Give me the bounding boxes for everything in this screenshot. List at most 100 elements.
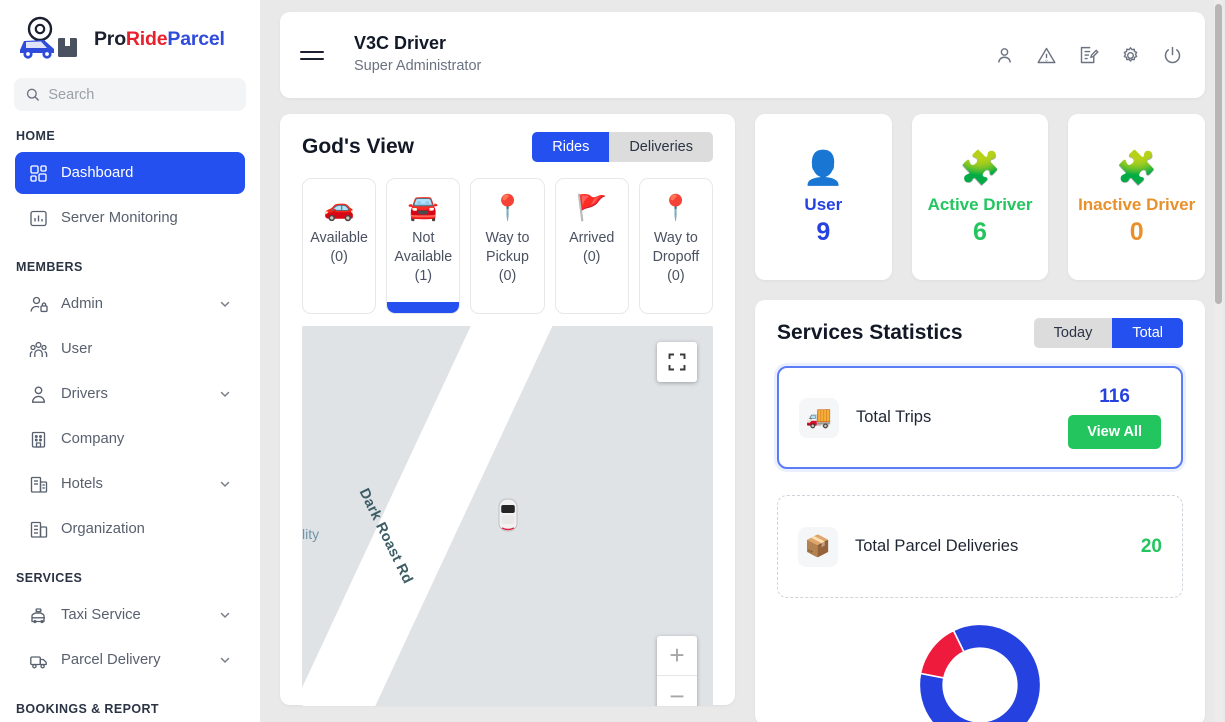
status-icon: 🚘	[407, 194, 439, 222]
power-icon[interactable]	[1162, 45, 1183, 66]
page-scrollbar-thumb[interactable]	[1215, 4, 1222, 304]
stat-row-icon: 🚚	[799, 397, 839, 438]
grid-icon	[29, 164, 48, 183]
brand-ride: Ride	[125, 27, 168, 50]
status-label: Way to Pickup (0)	[471, 229, 543, 286]
sidebar-section-title: SERVICES	[16, 571, 83, 585]
sidebar-item-company[interactable]: Company	[15, 418, 245, 460]
fullscreen-icon	[668, 353, 686, 371]
chevron-down-icon[interactable]	[219, 654, 231, 666]
users-icon	[29, 340, 48, 359]
map-fullscreen-button[interactable]	[657, 342, 697, 382]
kpi-label: Inactive Driver	[1078, 194, 1196, 214]
stat-row-total-trips[interactable]: 🚚 Total Trips 116 View All	[777, 366, 1183, 469]
topbar: V3C Driver Super Administrator	[280, 12, 1205, 98]
sidebar-item-hotels[interactable]: Hotels	[15, 463, 245, 505]
kpi-card-active-driver[interactable]: 🧩 Active Driver 6	[911, 114, 1049, 280]
sidebar-item-server-monitoring[interactable]: Server Monitoring	[15, 197, 245, 239]
stat-row-total-parcel-deliveries[interactable]: 📦 Total Parcel Deliveries 20	[777, 495, 1183, 598]
gear-icon[interactable]	[1120, 45, 1141, 66]
sidebar-item-drivers[interactable]: Drivers	[15, 373, 245, 415]
status-count: (0)	[330, 249, 348, 265]
search-input[interactable]	[48, 86, 234, 103]
status-icon: 📍	[660, 194, 692, 222]
sidebar-item-label: Company	[61, 431, 125, 447]
status-count: (0)	[667, 268, 685, 284]
map-zoom-out-button[interactable]: −	[657, 676, 697, 707]
left-column: God's View Rides Deliveries 🚗 Available (0…	[280, 114, 735, 722]
kpi-card-user[interactable]: 👤 User 9	[755, 114, 892, 280]
sidebar-item-user[interactable]: User	[15, 328, 245, 370]
kpi-icon: 👤	[802, 148, 844, 186]
statistics-donut-chart	[777, 620, 1183, 722]
chevron-down-icon[interactable]	[219, 609, 231, 621]
chevron-down-icon[interactable]	[219, 388, 231, 400]
sidebar-item-taxi-service[interactable]: Taxi Service	[15, 594, 245, 636]
status-card-way-to-pickup[interactable]: 📍 Way to Pickup (0)	[470, 178, 545, 314]
page-title: V3C Driver	[354, 33, 447, 54]
warning-triangle-icon[interactable]	[1036, 45, 1057, 66]
sidebar-item-label: Admin	[61, 296, 103, 312]
status-icon: 📍	[491, 194, 524, 222]
status-card-way-to-dropoff[interactable]: 📍 Way to Dropoff (0)	[638, 178, 714, 314]
today-total-toggle: Today Total	[1033, 318, 1183, 348]
chevron-down-icon[interactable]	[219, 298, 231, 310]
chart-bar-icon	[29, 209, 48, 228]
status-label-text: Not Available	[394, 230, 453, 265]
sidebar-item-label: Organization	[61, 521, 145, 537]
gods-view-header: God's View Rides Deliveries	[302, 132, 713, 162]
status-icon: 🚩	[576, 194, 608, 222]
brand-pro: Pro	[94, 27, 126, 50]
services-statistics-title: Services Statistics	[777, 321, 963, 344]
tab-total[interactable]: Total	[1112, 318, 1183, 348]
map-road-shape	[302, 326, 592, 706]
proride-logo-icon	[14, 16, 88, 62]
page-scrollbar[interactable]	[1214, 0, 1223, 722]
map-view[interactable]: Dark Roast Rd lity + −	[302, 326, 713, 706]
topbar-icons	[994, 45, 1183, 66]
map-edge-label: lity	[302, 526, 320, 542]
search-box[interactable]	[14, 78, 246, 111]
status-label-text: Arrived	[569, 230, 615, 246]
status-label-text: Way to Pickup	[485, 230, 530, 265]
services-statistics-panel: Services Statistics Today Total 🚚 Total T…	[755, 300, 1205, 722]
taxi-icon	[29, 606, 48, 625]
kpi-value: 9	[816, 217, 831, 246]
chevron-down-icon[interactable]	[219, 478, 231, 490]
sidebar-item-admin[interactable]: Admin	[15, 283, 245, 325]
tab-rides[interactable]: Rides	[532, 132, 610, 162]
tab-today[interactable]: Today	[1033, 318, 1113, 348]
services-statistics-header: Services Statistics Today Total	[777, 318, 1183, 348]
sidebar-item-parcel-delivery[interactable]: Parcel Delivery	[15, 639, 245, 681]
status-label: Arrived (0)	[565, 229, 618, 267]
kpi-card-inactive-driver[interactable]: 🧩 Inactive Driver 0	[1068, 114, 1206, 280]
stat-row-icon: 📦	[798, 526, 838, 567]
stat-row-value: 20	[1140, 535, 1162, 557]
hotel-icon	[29, 475, 48, 494]
status-card-available[interactable]: 🚗 Available (0)	[302, 178, 377, 314]
person-icon[interactable]	[994, 45, 1015, 66]
view-all-button[interactable]: View All	[1068, 415, 1161, 449]
status-card-arrived[interactable]: 🚩 Arrived (0)	[554, 178, 629, 314]
stat-row-values: 20	[1141, 536, 1162, 558]
map-zoom-in-button[interactable]: +	[657, 636, 697, 676]
tab-deliveries[interactable]: Deliveries	[609, 132, 713, 162]
gods-view-title: God's View	[302, 135, 414, 158]
sidebar-item-dashboard[interactable]: Dashboard	[15, 152, 245, 194]
status-label: Way to Dropoff (0)	[640, 229, 712, 286]
search-icon	[26, 88, 39, 101]
brand-logo[interactable]: ProRideParcel	[0, 0, 260, 70]
sidebar-item-label: Dashboard	[61, 165, 134, 181]
car-marker-icon[interactable]	[498, 498, 518, 532]
kpi-icon: 🧩	[959, 148, 1001, 186]
edit-document-icon[interactable]	[1078, 45, 1099, 66]
hamburger-icon[interactable]	[300, 46, 326, 64]
dashboard-content: God's View Rides Deliveries 🚗 Available (0…	[280, 114, 1206, 722]
status-count: (0)	[498, 268, 517, 284]
status-label-text: Way to Dropoff	[652, 230, 700, 265]
status-card-not-available[interactable]: 🚘 Not Available (1)	[386, 178, 461, 314]
kpi-label: User	[804, 194, 843, 214]
status-label: Not Available (1)	[387, 229, 459, 286]
sidebar-section-title: HOME	[16, 129, 56, 143]
sidebar-item-organization[interactable]: Organization	[15, 508, 245, 550]
